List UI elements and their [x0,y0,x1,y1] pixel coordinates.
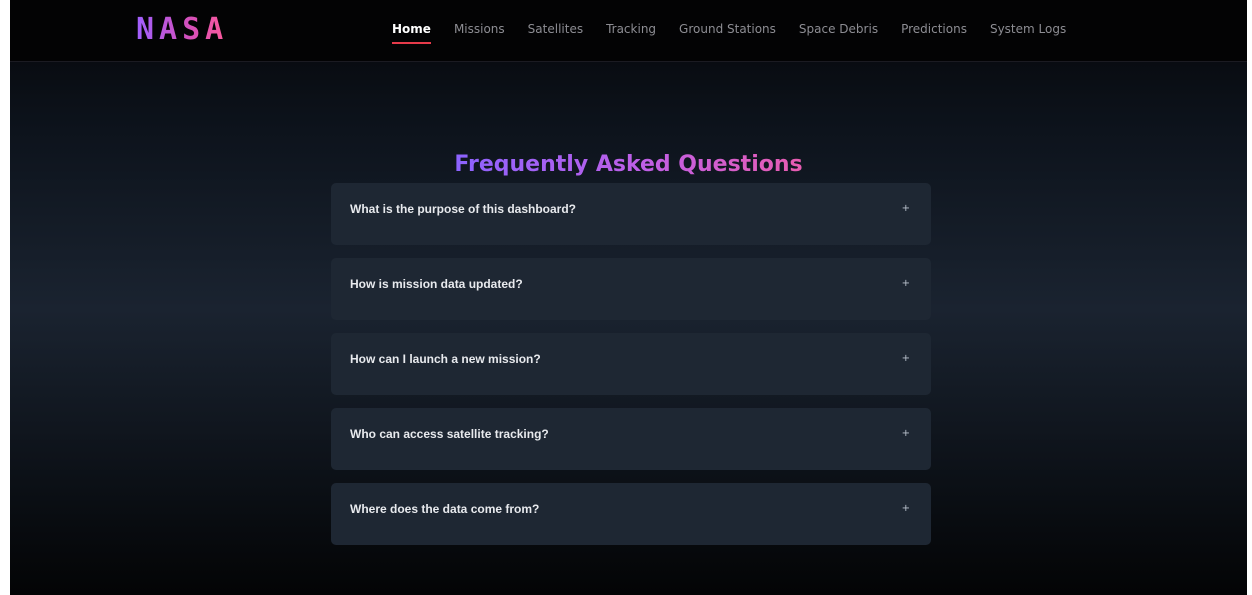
faq-question: How can I launch a new mission? [350,352,541,366]
nav-links: Home Missions Satellites Tracking Ground… [392,22,1066,44]
faq-question: How is mission data updated? [350,277,523,291]
faq-item[interactable]: Where does the data come from? + [331,483,931,545]
faq-question: Who can access satellite tracking? [350,427,549,441]
nav-item-satellites[interactable]: Satellites [528,22,583,36]
faq-item[interactable]: How can I launch a new mission? + [331,333,931,395]
faq-title-text: Frequently Asked Questions [454,152,803,177]
nav-item-home[interactable]: Home [392,22,431,44]
top-navbar: NASA Home Missions Satellites Tracking G… [10,0,1247,62]
nav-item-tracking[interactable]: Tracking [606,22,656,36]
faq-item[interactable]: Who can access satellite tracking? + [331,408,931,470]
plus-icon[interactable]: + [902,203,910,214]
nav-item-space-debris[interactable]: Space Debris [799,22,878,36]
faq-item[interactable]: What is the purpose of this dashboard? + [331,183,931,245]
page-frame: NASA Home Missions Satellites Tracking G… [10,0,1247,595]
plus-icon[interactable]: + [902,353,910,364]
faq-question: Where does the data come from? [350,502,540,516]
nav-item-ground-stations[interactable]: Ground Stations [679,22,776,36]
plus-icon[interactable]: + [902,428,910,439]
nav-item-missions[interactable]: Missions [454,22,505,36]
nav-item-predictions[interactable]: Predictions [901,22,967,36]
faq-question: What is the purpose of this dashboard? [350,202,577,216]
plus-icon[interactable]: + [902,278,910,289]
plus-icon[interactable]: + [902,503,910,514]
faq-list: What is the purpose of this dashboard? +… [331,183,931,558]
faq-title: Frequently Asked Questions [10,152,1247,177]
nav-item-system-logs[interactable]: System Logs [990,22,1066,36]
nasa-logo[interactable]: NASA [136,12,228,47]
faq-item[interactable]: How is mission data updated? + [331,258,931,320]
